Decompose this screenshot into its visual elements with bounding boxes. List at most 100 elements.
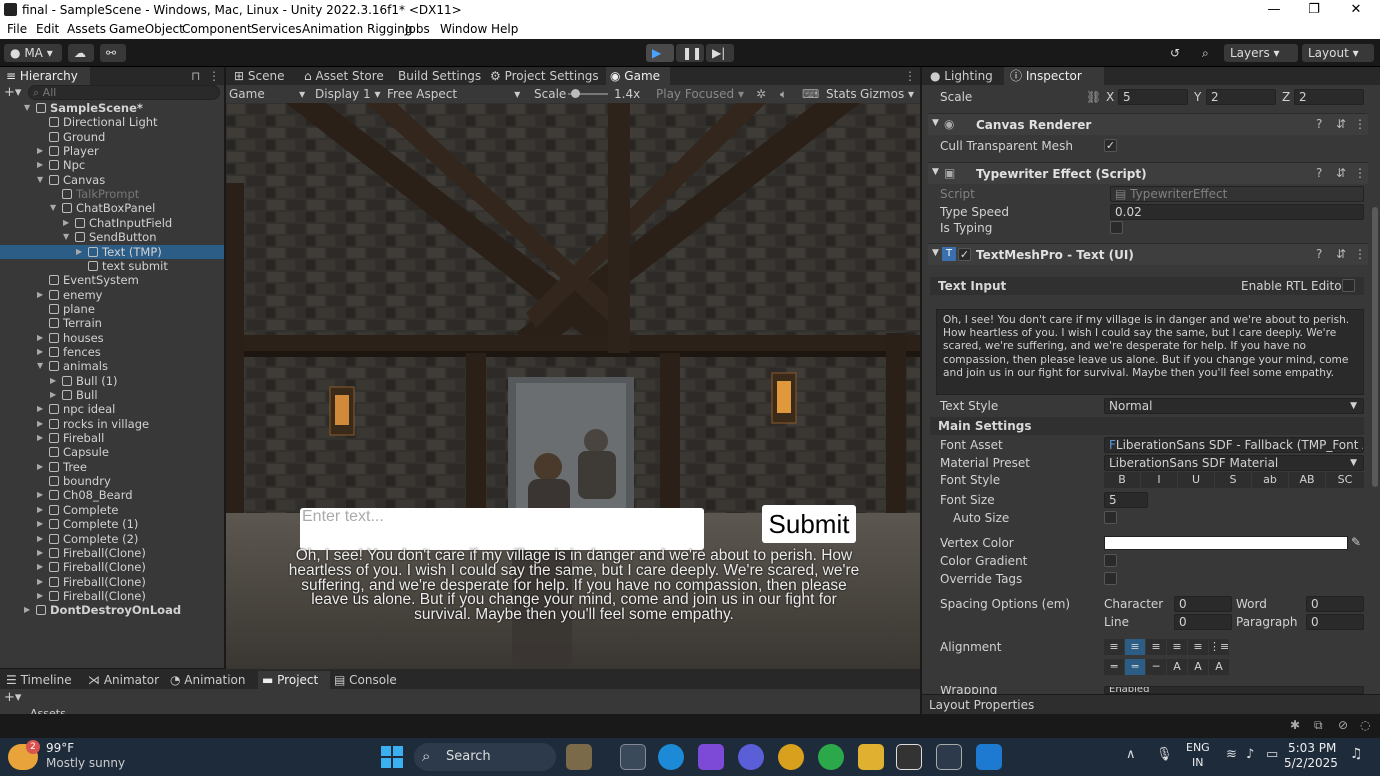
menu-services[interactable]: Services xyxy=(251,22,302,36)
microphone-icon[interactable]: 🎙︎ xyxy=(1156,747,1173,762)
hierarchy-item[interactable]: ▼ SampleScene* xyxy=(0,101,224,115)
mute-audio-icon[interactable]: ✲ xyxy=(756,85,766,103)
menu-component[interactable]: Component xyxy=(182,22,252,36)
word-spacing-field[interactable]: 0 xyxy=(1306,596,1364,612)
collapse-arrow-icon[interactable]: ▶ xyxy=(37,144,43,158)
widget-icon[interactable] xyxy=(566,744,592,770)
tab-asset-store[interactable]: ⌂ Asset Store xyxy=(304,67,394,85)
keyboard-shortcuts-icon[interactable]: ⌨ xyxy=(802,85,819,103)
maximize-button[interactable]: ❐ xyxy=(1294,0,1334,20)
align-geometry-icon[interactable]: ⋮≡ xyxy=(1209,639,1229,655)
submit-button[interactable]: Submit xyxy=(762,505,856,543)
align-top-icon[interactable]: ═ xyxy=(1104,659,1124,675)
lock-icon[interactable]: ⊓ xyxy=(191,67,200,85)
hierarchy-item[interactable]: ▶ Complete (2) xyxy=(0,532,224,546)
align-justify-icon[interactable]: ≡ xyxy=(1167,639,1187,655)
hierarchy-item[interactable]: EventSystem xyxy=(0,273,224,287)
bug-icon[interactable]: ⊘ xyxy=(1338,718,1348,732)
add-object-button[interactable]: +▾ xyxy=(4,86,22,100)
character-spacing-field[interactable]: 0 xyxy=(1174,596,1232,612)
stats-button[interactable]: Stats xyxy=(826,85,857,103)
constrain-proportions-icon[interactable]: ⛓ xyxy=(1086,90,1101,104)
unity-taskbar-icon[interactable] xyxy=(896,744,922,770)
inspector-scrollbar[interactable] xyxy=(1372,207,1378,487)
hierarchy-item[interactable]: ▼ SendButton xyxy=(0,230,224,244)
collapse-arrow-icon[interactable]: ▶ xyxy=(37,460,43,474)
preset-icon[interactable]: ⇵ xyxy=(1336,166,1346,180)
tab-inspector[interactable]: ⓘ Inspector xyxy=(1004,67,1104,85)
hierarchy-item[interactable]: ▶ Player xyxy=(0,144,224,158)
menu-gameobject[interactable]: GameObject xyxy=(109,22,184,36)
menu-edit[interactable]: Edit xyxy=(36,22,59,36)
preset-icon[interactable]: ⇵ xyxy=(1336,117,1346,131)
windows-start-icon[interactable] xyxy=(381,746,403,768)
align-bottom-icon[interactable]: ─ xyxy=(1146,659,1166,675)
collapse-arrow-icon[interactable]: ▶ xyxy=(37,417,43,431)
component-menu-icon[interactable]: ⋮ xyxy=(1354,166,1366,180)
lowercase-button[interactable]: ab xyxy=(1252,472,1288,488)
layout-dropdown[interactable]: Layout ▾ xyxy=(1302,44,1374,62)
align-flush-icon[interactable]: ≡ xyxy=(1188,639,1208,655)
step-button[interactable]: ▶| xyxy=(706,44,734,62)
speaker-icon[interactable]: 🔈︎ xyxy=(780,85,787,103)
file-explorer-icon[interactable] xyxy=(858,744,884,770)
play-button[interactable]: ▶ xyxy=(646,44,674,62)
collapse-arrow-icon[interactable]: ▶ xyxy=(37,575,43,589)
help-icon[interactable]: ? xyxy=(1316,117,1322,131)
hierarchy-item[interactable]: ▶ Text (TMP) xyxy=(0,244,224,259)
menu-window[interactable]: Window xyxy=(440,22,487,36)
text-style-dropdown[interactable]: Normal ▼ xyxy=(1104,398,1364,414)
collapse-arrow-icon[interactable]: ▶ xyxy=(37,345,43,359)
collapse-arrow-icon[interactable]: ▶ xyxy=(37,546,43,560)
vertex-color-swatch[interactable] xyxy=(1104,536,1348,550)
expand-arrow-icon[interactable]: ▼ xyxy=(37,359,43,373)
hierarchy-item[interactable]: Directional Light xyxy=(0,115,224,129)
collapse-arrow-icon[interactable]: ▶ xyxy=(37,288,43,302)
align-right-icon[interactable]: ≡ xyxy=(1146,639,1166,655)
align-center-icon[interactable]: ≡ xyxy=(1125,639,1145,655)
play-focused-dropdown[interactable]: Play Focused ▾ xyxy=(656,85,744,103)
scale-x-field[interactable]: 5 xyxy=(1118,89,1188,105)
scale-z-field[interactable]: 2 xyxy=(1294,89,1364,105)
hierarchy-item[interactable]: text submit xyxy=(0,259,224,273)
collapse-arrow-icon[interactable]: ▶ xyxy=(37,503,43,517)
hierarchy-item[interactable]: ▶ Fireball(Clone) xyxy=(0,589,224,603)
chrome-profile-icon[interactable] xyxy=(818,744,844,770)
language-region[interactable]: IN xyxy=(1192,756,1203,769)
hierarchy-item[interactable]: Ground xyxy=(0,130,224,144)
expand-arrow-icon[interactable]: ▼ xyxy=(63,230,69,244)
aspect-dropdown[interactable]: Free Aspect ▾ xyxy=(387,85,520,103)
hierarchy-item[interactable]: ▶ ChatInputField xyxy=(0,216,224,230)
tab-build-settings[interactable]: Build Settings xyxy=(398,67,488,85)
textmeshpro-header[interactable]: ▼ T ✓ TextMeshPro - Text (UI) ? ⇵ ⋮ xyxy=(928,243,1368,265)
menu-animation-rigging[interactable]: Animation Rigging xyxy=(302,22,412,36)
gizmos-dropdown[interactable]: Gizmos ▾ xyxy=(860,85,914,103)
create-asset-button[interactable]: +▾ xyxy=(4,690,21,705)
enable-rtl-editor-checkbox[interactable] xyxy=(1342,279,1355,292)
hierarchy-item[interactable]: ▶ Bull (1) xyxy=(0,374,224,388)
collapse-arrow-icon[interactable]: ▼ xyxy=(932,248,939,258)
tab-hierarchy[interactable]: ≡ Hierarchy xyxy=(0,67,90,85)
align-capline-icon[interactable]: A xyxy=(1209,659,1229,675)
clock-date[interactable]: 5/2/2025 xyxy=(1284,756,1338,770)
collapse-arrow-icon[interactable]: ▶ xyxy=(76,245,82,259)
hierarchy-item[interactable]: boundry xyxy=(0,474,224,488)
underline-button[interactable]: U xyxy=(1178,472,1214,488)
collapse-arrow-icon[interactable]: ▶ xyxy=(37,560,43,574)
layers-icon[interactable]: ⧉ xyxy=(1314,718,1323,733)
expand-arrow-icon[interactable]: ▼ xyxy=(37,173,43,187)
game-view[interactable]: Enter text... Submit Oh, I see! You don'… xyxy=(226,103,920,669)
tab-timeline[interactable]: ☰ Timeline xyxy=(6,671,86,689)
paragraph-spacing-field[interactable]: 0 xyxy=(1306,614,1364,630)
chrome-icon[interactable] xyxy=(778,744,804,770)
is-typing-checkbox[interactable] xyxy=(1110,221,1123,234)
component-menu-icon[interactable]: ⋮ xyxy=(1354,117,1366,131)
hierarchy-item[interactable]: ▶ Fireball(Clone) xyxy=(0,546,224,560)
textmeshpro-enabled-checkbox[interactable]: ✓ xyxy=(958,248,971,261)
search-button[interactable]: ⌕ xyxy=(1196,44,1222,62)
tab-game[interactable]: ◉ Game xyxy=(606,67,670,85)
italic-button[interactable]: I xyxy=(1141,472,1177,488)
canvas-renderer-header[interactable]: ▼ ◉ Canvas Renderer ? ⇵ ⋮ xyxy=(928,113,1368,135)
menu-assets[interactable]: Assets xyxy=(67,22,106,36)
smallcaps-button[interactable]: SC xyxy=(1326,472,1364,488)
